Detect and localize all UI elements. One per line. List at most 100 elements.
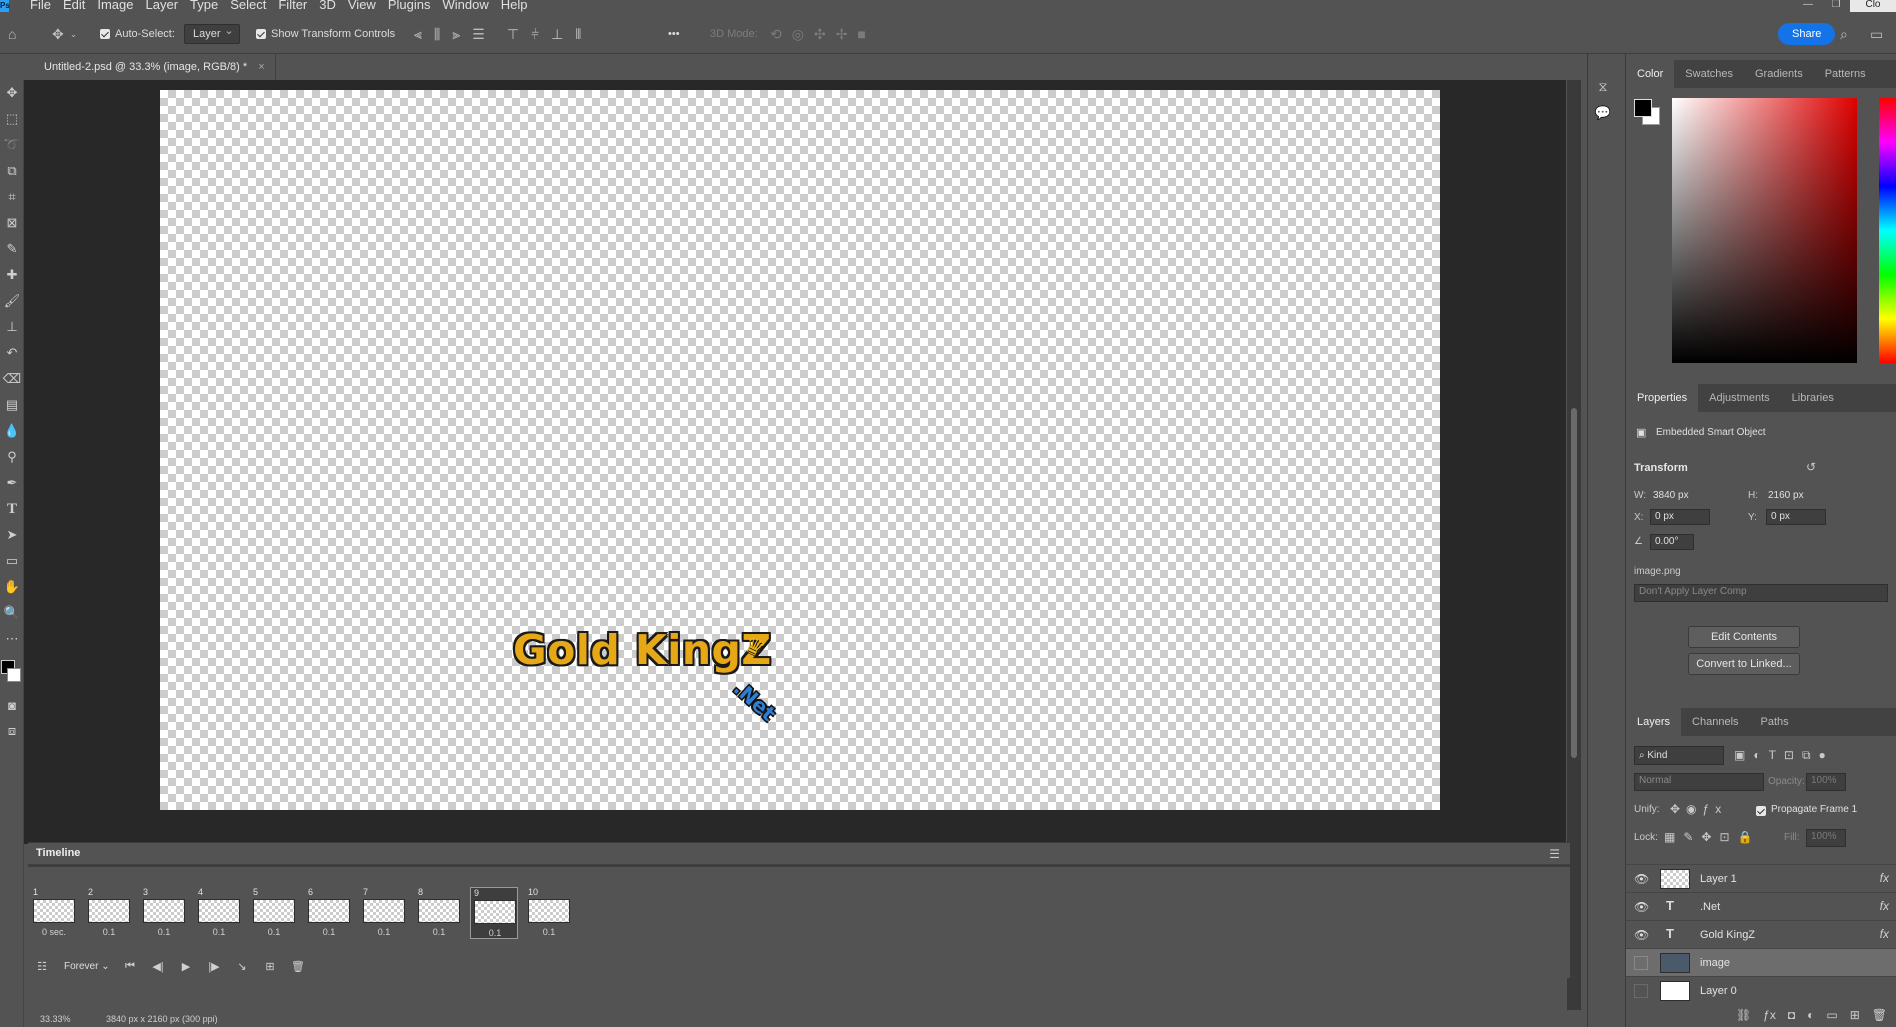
search-button[interactable]: ⌕ [1840,14,1848,54]
tab-channels[interactable]: Channels [1681,708,1749,736]
frame-8[interactable]: 8 0.1 [415,887,463,939]
roll-3d-icon[interactable]: ◎ [792,26,804,43]
close-tab-icon[interactable]: × [258,61,264,73]
scrollbar-thumb[interactable] [1571,408,1577,758]
menu-image[interactable]: Image [91,0,139,12]
x-input[interactable]: 0 px [1650,509,1710,525]
zoom-tool-icon[interactable]: 🔍 [0,600,24,626]
share-button[interactable]: Share [1778,14,1836,54]
align-bottom-icon[interactable]: ⊥ [551,26,563,43]
height-value[interactable]: 2160 px [1768,490,1804,501]
object-selection-tool-icon[interactable]: ⧉ [0,158,24,184]
convert-timeline-icon[interactable]: ☷ [28,960,56,973]
menu-3d[interactable]: 3D [313,0,342,12]
pen-tool-icon[interactable]: ✒ [0,470,24,496]
frame-4[interactable]: 4 0.1 [195,887,243,939]
more-options-button[interactable]: ••• [668,14,680,54]
layer-comp-dropdown[interactable]: Don't Apply Layer Comp [1634,584,1888,602]
play-icon[interactable]: ▶ [172,960,200,973]
tab-swatches[interactable]: Swatches [1674,60,1744,88]
close-button[interactable]: Clo [1850,0,1896,12]
reset-transform-icon[interactable]: ↺ [1806,460,1816,474]
layer-row[interactable]: 👁 T Gold KingZ fx [1626,920,1896,948]
menu-layer[interactable]: Layer [140,0,185,12]
fill-input[interactable]: 100% [1806,829,1846,847]
move-tool-preset[interactable]: ✥ ⌄ [52,14,77,54]
frame-3[interactable]: 3 0.1 [140,887,188,939]
frame-delay[interactable]: 0.1 [305,927,353,937]
layer-name[interactable]: Layer 1 [1700,873,1737,885]
frame-5[interactable]: 5 0.1 [250,887,298,939]
more-tools-icon[interactable]: ⋯ [0,626,24,652]
delete-layer-icon[interactable]: 🗑 [1872,1008,1887,1022]
y-input[interactable]: 0 px [1766,509,1826,525]
tab-layers[interactable]: Layers [1626,708,1682,736]
auto-select-target-dropdown[interactable]: Layer [184,14,240,54]
align-top-icon[interactable]: ⊤ [507,26,519,43]
hue-slider[interactable] [1879,98,1896,363]
tab-color[interactable]: Color [1626,60,1675,88]
frame-10[interactable]: 10 0.1 [525,887,573,939]
frame-delay[interactable]: 0.1 [85,927,133,937]
frame-1[interactable]: 1 0 sec. [30,887,78,939]
orbit-3d-icon[interactable]: ⟲ [770,26,782,43]
workspace-button[interactable]: ▭ [1870,14,1883,54]
document-tab[interactable]: Untitled-2.psd @ 33.3% (image, RGB/8) * … [34,54,276,80]
tab-patterns[interactable]: Patterns [1814,60,1877,88]
layer-row[interactable]: 👁 Layer 1 fx [1626,864,1896,892]
auto-select-checkbox[interactable]: Auto-Select: [100,14,175,54]
previous-frame-icon[interactable]: ◀| [144,960,172,973]
layer-filter-icons[interactable]: ▣◐T⊡⧉● [1734,748,1834,763]
eye-icon[interactable]: 👁 [1634,900,1649,914]
tween-icon[interactable]: ↘ [228,960,256,973]
move-tool-icon[interactable]: ✥ [0,80,24,106]
visibility-toggle[interactable] [1634,956,1648,970]
layer-name[interactable]: .Net [1700,901,1720,913]
tab-properties[interactable]: Properties [1626,384,1699,412]
menu-window[interactable]: Window [436,0,494,12]
duplicate-frame-icon[interactable]: ⊞ [256,960,284,973]
clone-stamp-tool-icon[interactable]: ⊥ [0,314,24,340]
frame-delay[interactable]: 0.1 [360,927,408,937]
eye-icon[interactable]: 👁 [1634,928,1649,942]
width-value[interactable]: 3840 px [1653,490,1689,501]
eye-icon[interactable]: 👁 [1634,872,1649,886]
eraser-tool-icon[interactable]: ⌫ [0,366,24,392]
blend-mode-dropdown[interactable]: Normal [1634,773,1764,791]
eyedropper-tool-icon[interactable]: ✎ [0,236,24,262]
zoom-status[interactable]: 33.33% [40,1014,71,1024]
first-frame-icon[interactable]: ⏮ [116,960,144,973]
path-selection-tool-icon[interactable]: ➤ [0,522,24,548]
quick-mask-icon[interactable]: ◙ [0,692,24,718]
history-brush-tool-icon[interactable]: ↶ [0,340,24,366]
tab-paths[interactable]: Paths [1750,708,1800,736]
marquee-tool-icon[interactable]: ⬚ [0,106,24,132]
brush-tool-icon[interactable]: 🖌 [0,288,24,314]
dodge-tool-icon[interactable]: ⚲ [0,444,24,470]
show-transform-checkbox[interactable]: Show Transform Controls [256,14,395,54]
frame-7[interactable]: 7 0.1 [360,887,408,939]
loop-dropdown[interactable]: Forever ⌄ [56,961,116,972]
frame-delay[interactable]: 0.1 [140,927,188,937]
align-middle-icon[interactable]: ⫩ [531,26,539,43]
distribute-vertical-icon[interactable]: ⦀ [575,26,581,43]
restore-button[interactable]: ❐ [1822,0,1850,12]
foreground-color-swatch[interactable] [1634,99,1652,117]
lock-icons[interactable]: ▦✎✥⊡🔒 [1664,830,1760,844]
menu-edit[interactable]: Edit [57,0,91,12]
new-group-icon[interactable]: ▭ [1826,1008,1837,1022]
add-mask-icon[interactable]: ◘ [1788,1008,1795,1022]
background-color-swatch[interactable] [7,668,21,682]
tab-adjustments[interactable]: Adjustments [1698,384,1781,412]
frame-delay[interactable]: 0.1 [415,927,463,937]
menu-filter[interactable]: Filter [272,0,313,12]
link-layers-icon[interactable]: ⛓ [1736,1008,1751,1022]
layer-name[interactable]: image [1700,957,1730,969]
menu-view[interactable]: View [342,0,382,12]
color-picker-field[interactable] [1672,98,1857,363]
add-style-icon[interactable]: ƒx [1763,1008,1776,1022]
layer-fx-icon[interactable]: fx [1880,899,1889,913]
slide-3d-icon[interactable]: ✢ [836,26,848,43]
frame-delay[interactable]: 0 sec. [30,927,78,937]
history-icon[interactable]: ⧖ [1588,74,1618,100]
